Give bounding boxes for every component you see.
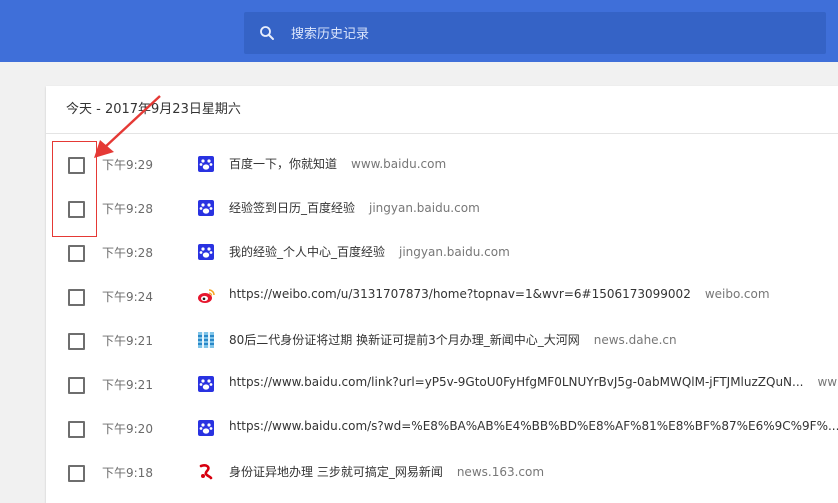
page-title[interactable]: 80后二代身份证将过期 换新证可提前3个月办理_新闻中心_大河网 [229, 333, 580, 347]
history-row[interactable]: 下午9:21 80后二代身份证将过期 换新证可提前3个月办理_新闻中心_大河网 n… [46, 319, 838, 363]
page-title[interactable]: 百度一下，你就知道 [229, 157, 337, 171]
page-domain: weibo.com [704, 287, 770, 301]
page-domain: ww [817, 375, 838, 389]
top-bar [0, 0, 838, 62]
row-link[interactable]: 百度一下，你就知道 www.baidu.com [229, 155, 446, 172]
page-title[interactable]: https://www.baidu.com/s?wd=%E8%BA%AB%E4%… [229, 419, 838, 433]
page-domain: news.163.com [456, 465, 545, 479]
dahe-icon [198, 332, 214, 348]
row-checkbox[interactable] [68, 377, 85, 394]
row-link[interactable]: 我的经验_个人中心_百度经验 jingyan.baidu.com [229, 243, 510, 260]
baidu-paw-icon [198, 244, 214, 260]
baidu-paw-icon [198, 200, 214, 216]
visit-time: 下午9:20 [102, 422, 153, 436]
weibo-icon [198, 289, 215, 303]
page-title[interactable]: https://www.baidu.com/link?url=yP5v-9Gto… [229, 375, 803, 389]
annotation-arrow-icon [94, 95, 161, 158]
history-row[interactable]: 下午9:24 https://weibo.com/u/3131707873/ho… [46, 275, 838, 319]
page-domain: news.dahe.cn [593, 333, 677, 347]
page-title[interactable]: 经验签到日历_百度经验 [229, 201, 355, 215]
row-checkbox[interactable] [68, 465, 85, 482]
search-input[interactable] [289, 12, 813, 56]
row-link[interactable]: https://www.baidu.com/s?wd=%E8%BA%AB%E4%… [229, 419, 838, 433]
baidu-paw-icon [198, 376, 214, 392]
history-row[interactable]: 下午9:20 https://www.baidu.com/s?wd=%E8%BA… [46, 407, 838, 451]
row-checkbox[interactable] [68, 333, 85, 350]
page-domain: www.baidu.com [351, 157, 447, 171]
visit-time: 下午9:28 [102, 246, 153, 260]
row-checkbox[interactable] [68, 421, 85, 438]
visit-time: 下午9:18 [102, 466, 153, 480]
page-title[interactable]: https://weibo.com/u/3131707873/home?topn… [229, 287, 691, 301]
row-checkbox[interactable] [68, 245, 85, 262]
visit-time: 下午9:21 [102, 378, 153, 392]
row-link[interactable]: https://weibo.com/u/3131707873/home?topn… [229, 287, 770, 301]
page-domain: jingyan.baidu.com [399, 245, 510, 259]
baidu-paw-icon [198, 156, 214, 172]
visit-time: 下午9:28 [102, 202, 153, 216]
history-row[interactable]: 下午9:28 经验签到日历_百度经验 jingyan.baidu.com [46, 187, 838, 231]
visit-time: 下午9:21 [102, 334, 153, 348]
search-icon [260, 26, 274, 40]
netease-icon [199, 464, 213, 480]
history-row[interactable]: 下午9:28 我的经验_个人中心_百度经验 jingyan.baidu.com [46, 231, 838, 275]
row-link[interactable]: https://www.baidu.com/link?url=yP5v-9Gto… [229, 375, 837, 389]
row-link[interactable]: 身份证异地办理 三步就可搞定_网易新闻 news.163.com [229, 463, 544, 480]
row-link[interactable]: 80后二代身份证将过期 换新证可提前3个月办理_新闻中心_大河网 news.dah… [229, 331, 677, 348]
row-link[interactable]: 经验签到日历_百度经验 jingyan.baidu.com [229, 199, 480, 216]
page-domain: jingyan.baidu.com [369, 201, 480, 215]
history-row[interactable]: 下午9:21 https://www.baidu.com/link?url=yP… [46, 363, 838, 407]
search-box[interactable] [244, 12, 826, 56]
row-checkbox[interactable] [68, 289, 85, 306]
page-title[interactable]: 身份证异地办理 三步就可搞定_网易新闻 [229, 465, 443, 479]
page-title[interactable]: 我的经验_个人中心_百度经验 [229, 245, 385, 259]
visit-time: 下午9:24 [102, 290, 153, 304]
baidu-paw-icon [198, 420, 214, 436]
history-row[interactable]: 下午9:18 身份证异地办理 三步就可搞定_网易新闻 news.163.com [46, 451, 838, 495]
